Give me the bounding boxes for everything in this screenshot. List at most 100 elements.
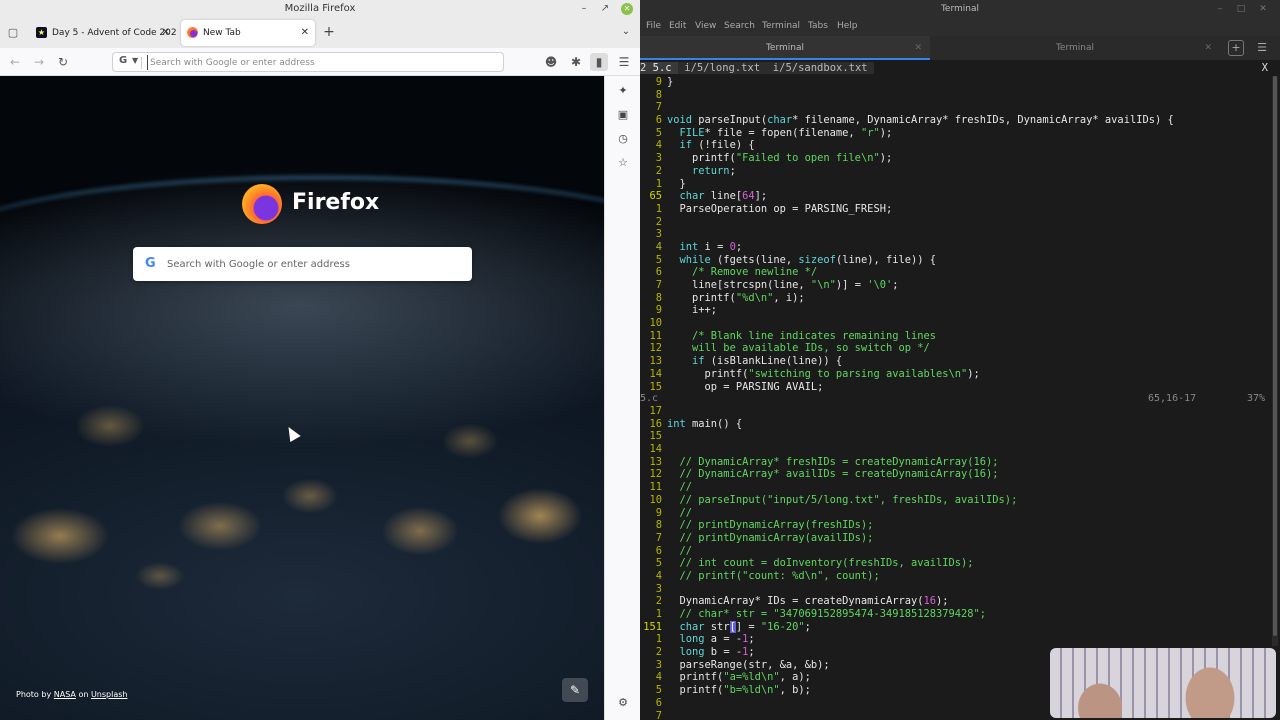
code-text: // bbox=[679, 544, 693, 557]
new-tab-plus-icon[interactable]: + bbox=[320, 22, 338, 42]
close-tab-icon[interactable]: ✕ bbox=[301, 20, 309, 46]
vim-statusline-top: 5.c 65,16-17 37% bbox=[640, 392, 1270, 405]
code-line: 5 // int count = doInventory(freshIDs, a… bbox=[640, 557, 1270, 570]
forward-arrow-icon[interactable]: → bbox=[30, 53, 48, 71]
line-number: 7 bbox=[655, 101, 662, 114]
close-tab-icon[interactable]: ✕ bbox=[914, 36, 922, 60]
minimize-icon[interactable]: – bbox=[576, 0, 592, 18]
code-line: 9} bbox=[640, 76, 1270, 89]
terminal-tab-2[interactable]: Terminal ✕ bbox=[930, 36, 1220, 60]
settings-icon[interactable]: ⚙ bbox=[616, 696, 630, 710]
code-line: 8 bbox=[640, 89, 1270, 102]
vim-tab[interactable]: i/5/long.txt bbox=[677, 62, 767, 74]
google-engine-icon[interactable]: G bbox=[119, 55, 127, 66]
code-text: printf("switching to parsing availables\… bbox=[667, 367, 980, 380]
code-text: // printDynamicArray(freshIDs); bbox=[679, 519, 874, 532]
terminal-scrollbar[interactable] bbox=[1272, 76, 1278, 646]
close-tab-icon[interactable]: ✕ bbox=[1204, 36, 1212, 60]
vim-window-top[interactable]: 9} 8 7 6 void parseInput(char* filename, Dyn… bbox=[640, 76, 1270, 393]
tab-label: Day 5 - Advent of Code 2025 bbox=[52, 28, 176, 38]
keyboard-webcam-overlay bbox=[1050, 648, 1276, 718]
code-line: 12 // DynamicArray* availIDs = createDyn… bbox=[640, 468, 1270, 481]
line-number: 7 bbox=[655, 531, 662, 544]
scrollbar-thumb[interactable] bbox=[1273, 76, 1277, 636]
code-text: i++; bbox=[667, 304, 718, 317]
chevron-down-icon[interactable]: ▼ bbox=[132, 56, 138, 65]
bookmarks-icon[interactable]: ☆ bbox=[616, 156, 630, 170]
code-text: DynamicArray* IDs = createDynamicArray(1… bbox=[667, 595, 949, 608]
address-input[interactable] bbox=[147, 55, 497, 70]
code-text: // DynamicArray* freshIDs = createDynami… bbox=[679, 455, 999, 468]
address-bar[interactable]: G ▼ bbox=[112, 52, 504, 72]
menu-view[interactable]: View bbox=[695, 21, 716, 31]
line-number: 5 bbox=[655, 126, 662, 139]
code-text: printf("a=%ld\n", a); bbox=[667, 671, 811, 684]
menu-tabs[interactable]: Tabs bbox=[808, 21, 828, 31]
minimize-icon[interactable]: – bbox=[1213, 0, 1227, 18]
synced-tabs-icon[interactable]: ▣ bbox=[616, 108, 630, 122]
reload-icon[interactable]: ↻ bbox=[54, 53, 72, 71]
menu-edit[interactable]: Edit bbox=[669, 21, 686, 31]
line-number: 9 bbox=[655, 506, 662, 519]
code-line: 7 line[strcspn(line, "\n")] = '\0'; bbox=[640, 279, 1270, 292]
add-tab-icon[interactable]: + bbox=[1228, 40, 1244, 56]
account-icon[interactable]: ☻ bbox=[542, 53, 560, 71]
customize-pencil-icon[interactable]: ✎ bbox=[562, 678, 588, 702]
line-number: 1 bbox=[655, 633, 662, 646]
restore-icon[interactable]: □ bbox=[1234, 0, 1248, 18]
close-window-icon[interactable]: ✕ bbox=[1256, 0, 1270, 18]
line-number: 8 bbox=[655, 291, 662, 304]
vim-close-tab[interactable]: X bbox=[1262, 62, 1268, 75]
menu-search[interactable]: Search bbox=[724, 21, 755, 31]
chevron-down-icon[interactable]: ⌄ bbox=[618, 24, 634, 40]
credit-site-link[interactable]: Unsplash bbox=[91, 690, 128, 699]
code-text: long a = -1; bbox=[679, 633, 755, 646]
hamburger-menu-icon[interactable]: ☰ bbox=[615, 53, 633, 71]
tab-label: New Tab bbox=[203, 28, 241, 38]
code-line: 11 // bbox=[640, 481, 1270, 494]
credit-author-link[interactable]: NASA bbox=[54, 690, 76, 699]
code-text: char str[] = "16-20"; bbox=[679, 620, 811, 633]
close-window-icon[interactable]: ✕ bbox=[621, 3, 633, 15]
sidebar-toggle-icon[interactable]: ▮ bbox=[590, 53, 608, 71]
line-number: 10 bbox=[649, 317, 662, 330]
tab-new-tab[interactable]: New Tab ✕ bbox=[181, 20, 315, 46]
menu-help[interactable]: Help bbox=[837, 21, 858, 31]
restore-icon[interactable]: ↗ bbox=[597, 0, 613, 18]
code-text: /* Blank line indicates remaining lines bbox=[692, 329, 937, 342]
line-number: 65 bbox=[649, 190, 662, 203]
code-line: 6 // bbox=[640, 545, 1270, 558]
terminal-tab-1[interactable]: Terminal ✕ bbox=[640, 36, 930, 60]
star-favicon-icon: ★ bbox=[36, 27, 47, 38]
extensions-icon[interactable]: ✱ bbox=[567, 53, 585, 71]
code-text: // bbox=[679, 481, 693, 494]
ai-chatbot-icon[interactable]: ✦ bbox=[616, 84, 630, 98]
tab-list-icon[interactable]: ▢ bbox=[6, 26, 20, 40]
vim-tab-current[interactable]: 2 5.c bbox=[640, 62, 678, 74]
close-tab-icon[interactable]: ✕ bbox=[162, 20, 170, 46]
code-line: 3 bbox=[640, 583, 1270, 596]
new-tab-page: Firefox G Photo by NASA on Unsplash ✎ bbox=[0, 76, 604, 720]
code-text: printf("Failed to open file\n"); bbox=[667, 152, 893, 165]
line-number: 6 bbox=[655, 696, 662, 709]
menu-file[interactable]: File bbox=[646, 21, 661, 31]
menu-terminal[interactable]: Terminal bbox=[762, 21, 800, 31]
code-text: long b = -1; bbox=[679, 646, 755, 659]
vim-tab[interactable]: i/5/sandbox.txt bbox=[766, 62, 874, 74]
code-line: 3 bbox=[640, 228, 1270, 241]
hamburger-menu-icon[interactable]: ☰ bbox=[1254, 40, 1270, 56]
back-arrow-icon[interactable]: ← bbox=[6, 53, 24, 71]
terminal-tab-label: Terminal bbox=[1055, 43, 1095, 53]
history-icon[interactable]: ◷ bbox=[616, 132, 630, 146]
code-line: 1 } bbox=[640, 178, 1270, 191]
tab-advent-of-code[interactable]: ★ Day 5 - Advent of Code 2025 ✕ bbox=[30, 20, 176, 46]
code-text: } bbox=[667, 76, 674, 88]
line-number: 9 bbox=[655, 76, 662, 88]
new-tab-search-input[interactable] bbox=[167, 255, 457, 273]
code-text: parseRange(str, &a, &b); bbox=[667, 658, 830, 671]
new-tab-search-box[interactable]: G bbox=[133, 247, 472, 281]
